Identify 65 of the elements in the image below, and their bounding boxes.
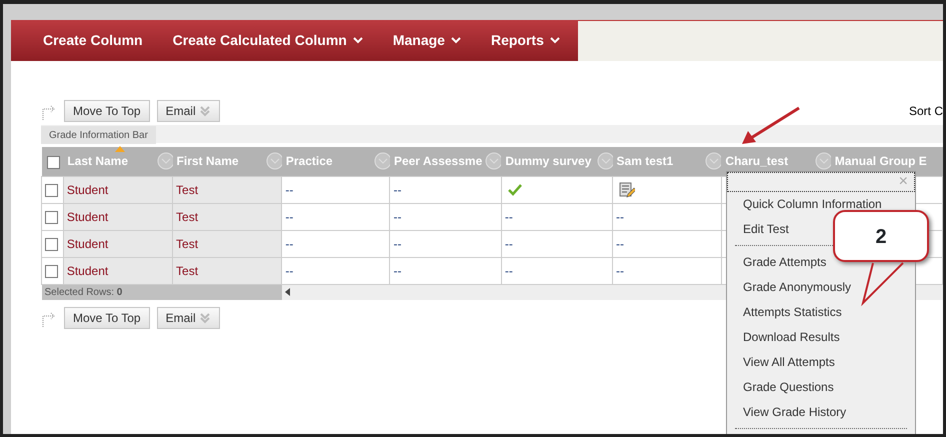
annotation-arrow [742, 106, 800, 144]
menu-item[interactable]: View All Attempts [743, 350, 835, 375]
menu-item[interactable]: Attempts Statistics [743, 300, 842, 325]
menu-item[interactable]: Download Results [743, 325, 840, 350]
selected-rows-label: Selected Rows: 0 [44, 286, 122, 298]
nav-menu-item[interactable]: Create Column [31, 30, 161, 51]
toolbar-button[interactable]: Email [156, 100, 220, 122]
menu-item[interactable]: Grade Anonymously [743, 275, 852, 300]
grade-cell: -- [285, 236, 294, 250]
grade-cell: -- [393, 182, 402, 196]
grade-cell: -- [504, 264, 513, 278]
toolbar-button[interactable]: Move To Top [64, 100, 150, 122]
grade-cell: -- [285, 210, 294, 224]
name-link[interactable]: Test [176, 236, 198, 250]
name-link[interactable]: Test [176, 182, 198, 196]
grade-cell: -- [285, 264, 294, 278]
name-link[interactable]: Student [66, 182, 108, 196]
grade-cell: -- [285, 182, 294, 196]
chevron-icon [450, 37, 461, 44]
grade-cell: -- [393, 210, 402, 224]
column-options-icon[interactable] [485, 152, 504, 170]
grade-cell: -- [504, 236, 513, 250]
grade-cell: -- [393, 264, 402, 278]
sort-label: Sort C [908, 103, 943, 120]
name-link[interactable]: Test [176, 210, 198, 224]
select-all-checkbox[interactable] [46, 156, 60, 169]
grade-cell: -- [393, 236, 402, 250]
double-chevron-icon [198, 105, 211, 117]
name-link[interactable]: Student [66, 210, 108, 224]
column-options-icon[interactable] [596, 152, 615, 170]
toolbar-button[interactable]: Move To Top [64, 306, 150, 328]
check-icon [508, 184, 522, 196]
menu-item[interactable]: Quick Column Information [743, 192, 882, 217]
sort-arrow-icon [115, 146, 126, 152]
row-checkbox[interactable] [45, 210, 58, 224]
row-checkbox[interactable] [45, 184, 58, 197]
nav-menu-item[interactable]: Reports [478, 30, 578, 51]
nav-menu-item[interactable]: Manage [380, 30, 479, 51]
column-options-icon[interactable] [266, 152, 284, 170]
column-options-icon[interactable] [156, 152, 175, 170]
name-link[interactable]: Student [66, 236, 108, 250]
chevron-icon [550, 37, 560, 44]
grade-cell: -- [616, 210, 624, 224]
name-link[interactable]: Test [176, 264, 198, 278]
grade-cell: -- [616, 264, 624, 278]
column-options-icon[interactable] [374, 152, 392, 170]
grade-cell: -- [616, 236, 624, 250]
toolbar-button[interactable]: Email [156, 306, 220, 328]
menu-item[interactable]: Grade Questions [743, 375, 834, 400]
menu-item[interactable]: View Grade History [743, 400, 846, 425]
row-checkbox[interactable] [45, 238, 58, 251]
column-options-icon[interactable] [705, 152, 724, 170]
edit-icon [619, 182, 636, 198]
name-link[interactable]: Student [66, 264, 108, 278]
double-chevron-icon [198, 312, 211, 324]
callout-number: 2 [875, 225, 887, 250]
info-bar-tab[interactable]: Grade Information Bar [41, 126, 156, 144]
menu-item[interactable]: Grade Attempts [743, 250, 826, 275]
chevron-icon [352, 37, 363, 44]
row-checkbox[interactable] [45, 264, 58, 278]
menu-item[interactable]: Edit Test [743, 217, 789, 242]
grade-cell: -- [504, 210, 513, 224]
scroll-left-icon[interactable] [284, 288, 291, 296]
nav-menu-item[interactable]: Create Calculated Column [160, 30, 381, 51]
column-options-icon[interactable] [814, 152, 833, 170]
